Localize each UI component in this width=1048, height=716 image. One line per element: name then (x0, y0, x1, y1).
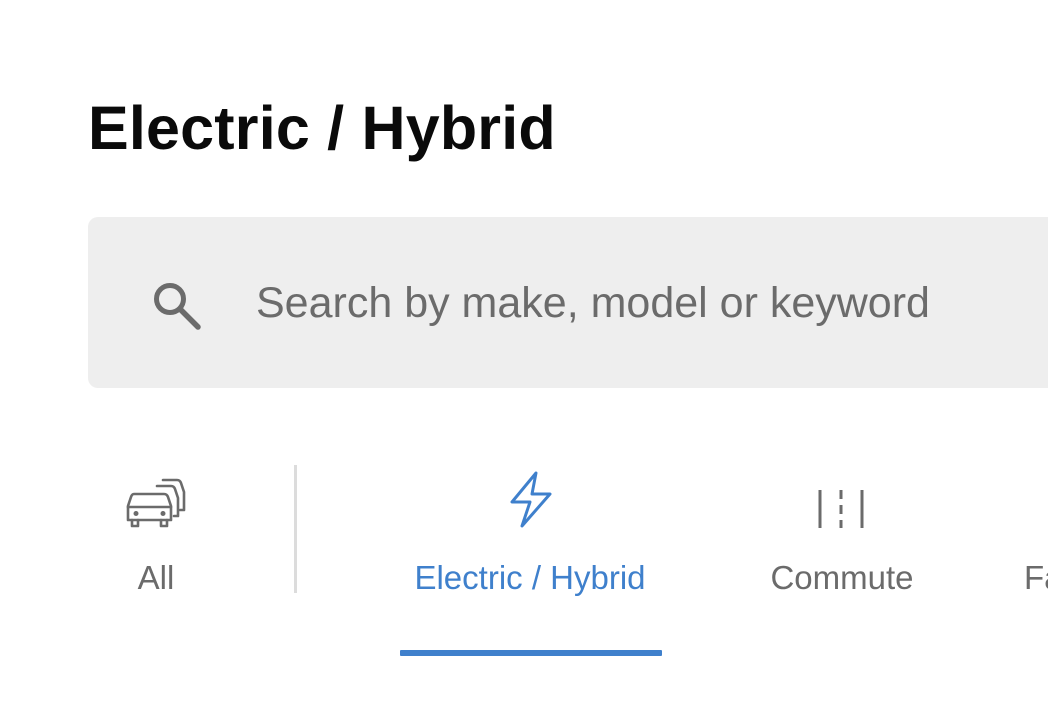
category-label: All (137, 559, 175, 596)
active-tab-underline (400, 650, 662, 656)
search-input[interactable] (256, 272, 1048, 334)
page-title: Electric / Hybrid (88, 94, 556, 162)
category-label: Commute (770, 559, 914, 596)
search-icon (148, 277, 204, 333)
page: Electric / Hybrid Search by make, model … (0, 0, 1048, 716)
category-commute[interactable]: Commute (752, 460, 932, 610)
category-label: Electric / Hybrid (414, 559, 646, 596)
category-partial[interactable]: Fa (1024, 460, 1048, 610)
cars-stack-icon (124, 470, 188, 530)
category-divider (294, 465, 297, 593)
search-bar[interactable] (88, 217, 1048, 388)
category-label: Fa (1024, 559, 1048, 596)
category-all[interactable]: All (96, 460, 216, 610)
category-electric-hybrid[interactable]: Electric / Hybrid (390, 460, 670, 610)
lightning-bolt-icon (498, 470, 562, 530)
road-lanes-icon (810, 470, 874, 530)
